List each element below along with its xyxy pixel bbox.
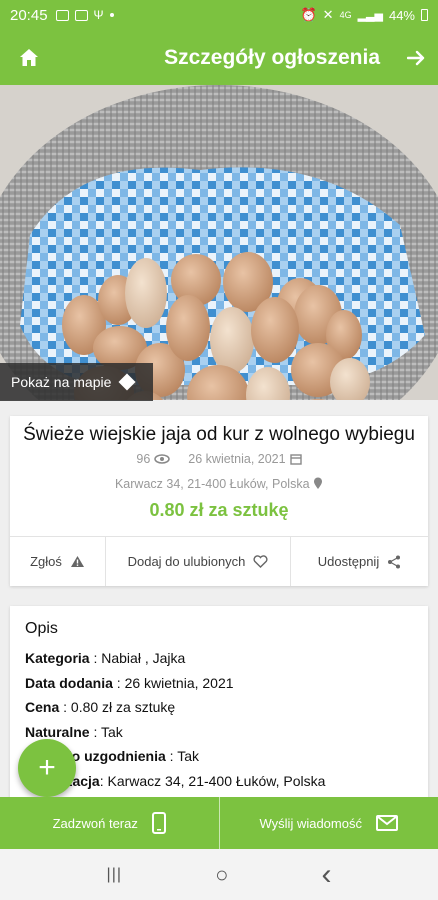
- detail-row-date: Data dodania : 26 kwietnia, 2021: [25, 674, 234, 691]
- listing-actions: Zgłoś Dodaj do ulubionych Udostępnij: [10, 536, 428, 586]
- views-count: 96: [136, 452, 171, 466]
- mail-icon: [375, 815, 398, 831]
- detail-row-negotiable: Cena do uzgodnienia : Tak: [25, 748, 199, 764]
- battery-text: 44%: [388, 7, 415, 23]
- arrow-right-icon: [407, 50, 425, 65]
- alarm-icon: ⏰: [300, 7, 317, 22]
- detail-row-price: Cena : 0.80 zł za sztukę: [25, 699, 176, 715]
- plus-icon: +: [38, 751, 56, 784]
- dot-icon: [109, 13, 114, 17]
- detail-row-location: Lokalizacja: Karwacz 34, 21-400 Łuków, P…: [25, 772, 326, 789]
- call-now-label: Zadzwoń teraz: [52, 815, 138, 831]
- recents-button[interactable]: |||: [107, 866, 122, 884]
- send-message-button[interactable]: Wyślij wiadomość: [220, 797, 438, 849]
- next-button[interactable]: [394, 30, 438, 85]
- status-left-icons: Ψ: [55, 8, 114, 22]
- location-value: Karwacz 34, 21-400 Łuków, Polska: [114, 477, 310, 491]
- back-button[interactable]: ‹: [321, 858, 331, 892]
- contact-bar: Zadzwoń teraz Wyślij wiadomość: [0, 797, 438, 849]
- status-time: 20:45: [10, 6, 48, 24]
- status-bar: 20:45 Ψ ⏰ ✕ 4G ▂▃▅ 44%: [0, 0, 438, 30]
- phone-icon: [151, 812, 166, 834]
- call-now-button[interactable]: Zadzwoń teraz: [0, 797, 220, 849]
- calendar-icon: [289, 454, 302, 465]
- status-right-icons: ⏰ ✕ 4G ▂▃▅ 44%: [300, 7, 428, 23]
- description-heading: Opis: [25, 620, 58, 637]
- eye-icon: [154, 454, 171, 464]
- directions-icon: [118, 373, 136, 391]
- image-icon: [55, 9, 69, 21]
- listing-location: Karwacz 34, 21-400 Łuków, Polska: [10, 477, 428, 491]
- signal-icon: Ψ: [93, 8, 104, 22]
- report-label: Zgłoś: [30, 554, 62, 569]
- app-bar: Szczegóły ogłoszenia: [0, 30, 438, 85]
- add-fab-button[interactable]: +: [18, 739, 76, 797]
- listing-title: Świeże wiejskie jaja od kur z wolnego wy…: [23, 424, 415, 445]
- detail-row-natural: Naturalne : Tak: [25, 723, 123, 740]
- listing-meta: 96 26 kwietnia, 2021: [10, 452, 428, 466]
- listing-price: 0.80 zł za sztukę: [149, 500, 289, 520]
- home-nav-button[interactable]: ○: [215, 862, 228, 888]
- page-title: Szczegóły ogłoszenia: [164, 45, 380, 69]
- eggs-basket-image: [0, 85, 438, 400]
- detail-row-category: Kategoria : Nabiał , Jajka: [25, 650, 186, 666]
- show-on-map-button[interactable]: Pokaż na mapie: [0, 363, 153, 401]
- send-message-label: Wyślij wiadomość: [259, 815, 362, 831]
- show-on-map-label: Pokaż na mapie: [11, 374, 112, 390]
- listing-date: 26 kwietnia, 2021: [188, 452, 302, 466]
- signal-icon: ▂▃▅: [357, 9, 383, 22]
- add-to-favorites-button[interactable]: Dodaj do ulubionych: [106, 537, 291, 586]
- report-button[interactable]: Zgłoś: [10, 537, 106, 586]
- views-value: 96: [136, 452, 151, 466]
- location-pin-icon: [314, 477, 323, 489]
- system-nav-bar: ||| ○ ‹: [0, 849, 438, 900]
- share-label: Udostępnij: [317, 554, 380, 569]
- heart-icon: [253, 555, 268, 568]
- battery-icon: [421, 9, 428, 21]
- share-icon: [388, 555, 401, 568]
- mute-icon: ✕: [322, 7, 334, 22]
- warning-icon: [70, 556, 84, 567]
- listing-photo[interactable]: [0, 85, 438, 400]
- home-icon: [20, 49, 38, 66]
- date-value: 26 kwietnia, 2021: [188, 452, 286, 466]
- facebook-icon: [74, 9, 88, 21]
- home-button[interactable]: [0, 30, 58, 85]
- share-button[interactable]: Udostępnij: [291, 537, 428, 586]
- favorite-label: Dodaj do ulubionych: [127, 554, 246, 569]
- 4g-icon: 4G: [339, 10, 352, 20]
